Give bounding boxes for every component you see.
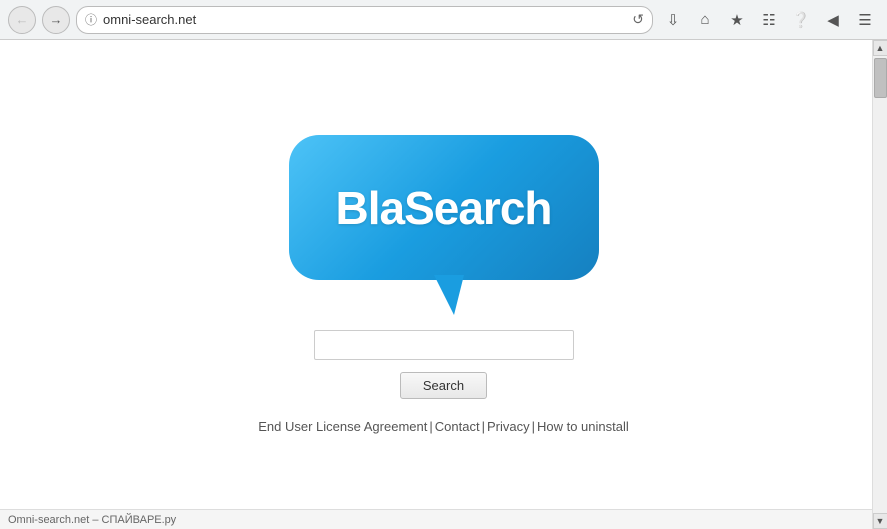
info-icon: ⓘ	[85, 11, 97, 28]
search-input[interactable]	[314, 330, 574, 360]
address-bar[interactable]: ⓘ omni-search.net ↺	[76, 6, 653, 34]
menu-icon[interactable]: ☰	[851, 6, 879, 34]
status-text: Omni-search.net – СПАЙВАРЕ.ру	[8, 514, 176, 526]
toolbar-icons: ⇩ ⌂ ★ ☷ ❔ ◀ ☰	[659, 6, 879, 34]
page-content: BlaSearch Search End User License Agreem…	[0, 40, 887, 529]
scrollbar: ▲ ▼	[872, 40, 887, 529]
scroll-thumb[interactable]	[874, 58, 887, 98]
bookmark-star-icon[interactable]: ★	[723, 6, 751, 34]
url-text: omni-search.net	[103, 12, 626, 27]
logo-text: BlaSearch	[335, 181, 551, 235]
contact-link[interactable]: Contact	[435, 419, 480, 434]
privacy-link[interactable]: Privacy	[487, 419, 530, 434]
grid-icon[interactable]: ☷	[755, 6, 783, 34]
reload-button[interactable]: ↺	[632, 11, 644, 28]
search-area: Search	[314, 330, 574, 399]
separator-3: |	[532, 419, 535, 434]
scroll-up-arrow[interactable]: ▲	[873, 40, 887, 56]
separator-1: |	[429, 419, 432, 434]
uninstall-link[interactable]: How to uninstall	[537, 419, 629, 434]
search-button[interactable]: Search	[400, 372, 487, 399]
download-icon[interactable]: ⇩	[659, 6, 687, 34]
footer-links: End User License Agreement | Contact | P…	[258, 419, 629, 434]
logo-bubble: BlaSearch	[289, 135, 599, 280]
back-button[interactable]: ←	[8, 6, 36, 34]
browser-chrome: ← → ⓘ omni-search.net ↺ ⇩ ⌂ ★ ☷ ❔ ◀ ☰	[0, 0, 887, 40]
separator-2: |	[482, 419, 485, 434]
logo-container: BlaSearch	[289, 135, 599, 280]
scroll-down-arrow[interactable]: ▼	[873, 513, 887, 529]
status-bar: Omni-search.net – СПАЙВАРЕ.ру	[0, 509, 872, 529]
send-icon[interactable]: ◀	[819, 6, 847, 34]
eula-link[interactable]: End User License Agreement	[258, 419, 427, 434]
forward-button[interactable]: →	[42, 6, 70, 34]
home-icon[interactable]: ⌂	[691, 6, 719, 34]
pocket-icon[interactable]: ❔	[787, 6, 815, 34]
